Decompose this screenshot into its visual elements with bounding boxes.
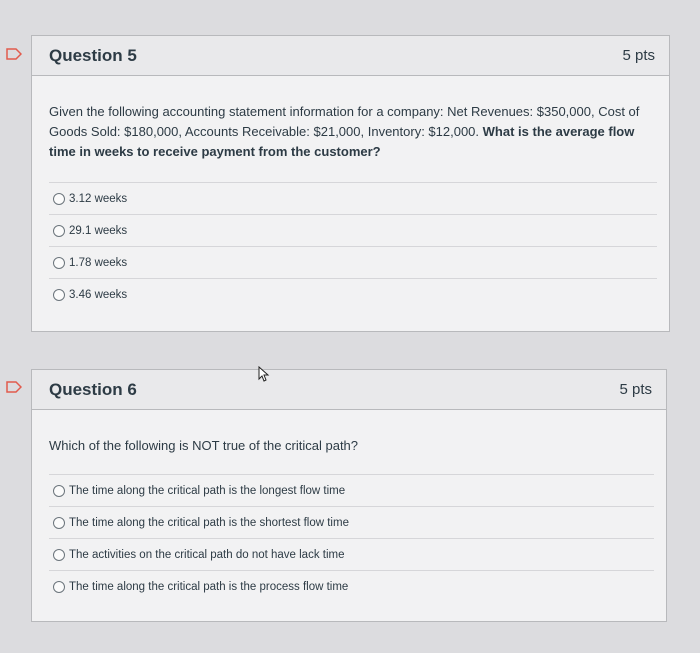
radio-button[interactable] [53,516,65,529]
radio-button[interactable] [53,580,65,593]
question-5-panel: Question 5 5 pts Given the following acc… [31,35,670,332]
radio-button[interactable] [53,256,65,269]
question-6-body: Which of the following is NOT true of th… [32,410,666,456]
flag-icon[interactable] [6,381,22,393]
answer-list: 3.12 weeks 29.1 weeks 1.78 weeks 3.46 we… [49,182,657,310]
mouse-pointer-icon [258,366,270,382]
answer-option[interactable]: 29.1 weeks [49,214,657,246]
question-title: Question 5 [49,45,137,65]
answer-option[interactable]: 3.46 weeks [49,278,657,310]
question-5-body: Given the following accounting statement… [32,76,669,162]
radio-button[interactable] [53,548,65,561]
question-6-panel: Question 6 5 pts Which of the following … [31,369,667,622]
answer-option[interactable]: The time along the critical path is the … [49,474,654,506]
answer-list: The time along the critical path is the … [49,474,654,602]
question-points: 5 pts [622,47,655,64]
answer-label: The activities on the critical path do n… [69,548,345,561]
answer-label: The time along the critical path is the … [69,484,346,497]
answer-label: The time along the critical path is the … [69,516,349,529]
answer-option[interactable]: The time along the critical path is the … [49,570,654,602]
answer-label: 3.12 weeks [69,192,128,205]
answer-option[interactable]: The activities on the critical path do n… [49,538,654,570]
radio-button[interactable] [53,484,65,497]
question-5-header: Question 5 5 pts [32,36,669,76]
question-text: Given the following accounting statement… [49,76,659,162]
radio-button[interactable] [53,224,65,237]
radio-button[interactable] [53,288,65,301]
answer-label: 3.46 weeks [69,288,128,301]
radio-button[interactable] [53,192,65,205]
answer-label: 1.78 weeks [69,256,128,269]
answer-label: The time along the critical path is the … [69,580,349,593]
question-points: 5 pts [619,381,652,398]
answer-label: 29.1 weeks [69,224,128,237]
question-title: Question 6 [49,379,137,399]
question-6-header: Question 6 5 pts [32,370,666,410]
question-text: Which of the following is NOT true of th… [49,438,359,453]
answer-option[interactable]: 3.12 weeks [49,182,657,214]
answer-option[interactable]: The time along the critical path is the … [49,506,654,538]
flag-icon[interactable] [6,48,22,60]
answer-option[interactable]: 1.78 weeks [49,246,657,278]
